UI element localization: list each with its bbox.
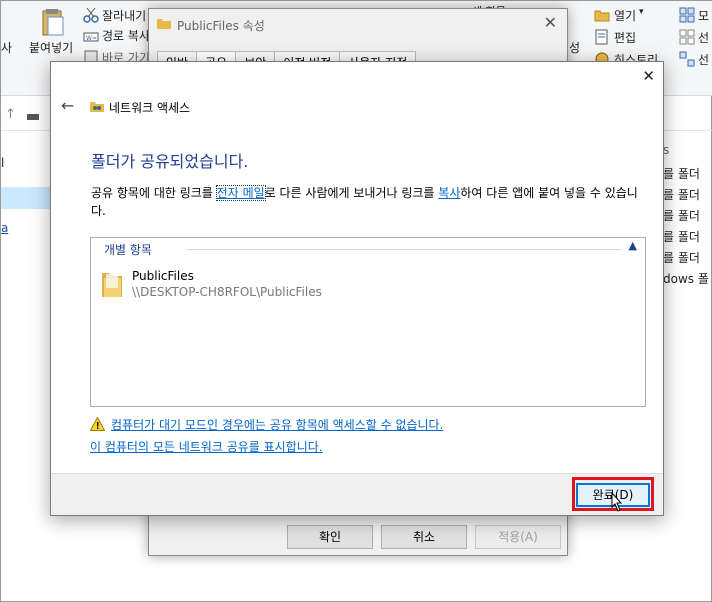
open-label[interactable]: 열기 [614, 7, 636, 24]
cut-icon[interactable] [83, 7, 99, 23]
properties-title: PublicFiles 속성 [177, 19, 265, 33]
invert-selection-label[interactable]: 선 [698, 51, 709, 68]
share-description: 공유 항목에 대한 링크를 전자 메일로 다른 사람에게 보내거나 링크를 복사… [91, 184, 651, 220]
sidebar-link[interactable]: a [1, 221, 8, 235]
paste-label[interactable]: 붙여넣기 [29, 39, 73, 56]
copy-path-label[interactable]: 경로 복사 [102, 27, 150, 44]
list-item[interactable]: 를 폴더 [663, 207, 700, 224]
sidebar-selected-item[interactable] [1, 187, 51, 209]
up-arrow-icon[interactable]: ↑ [5, 107, 16, 122]
chevron-up-icon[interactable]: ▲ [629, 239, 637, 252]
cancel-button[interactable]: 취소 [381, 525, 467, 549]
apply-button[interactable]: 적용(A) [475, 525, 561, 549]
standby-warning-link[interactable]: 컴퓨터가 대기 모드인 경우에는 공유 항목에 액세스할 수 없습니다. [111, 416, 443, 433]
list-item[interactable]: 를 폴더 [663, 165, 700, 182]
edit-label[interactable]: 편집 [614, 29, 636, 46]
properties-label[interactable]: 성 [569, 39, 580, 56]
list-item[interactable]: 를 폴더 [663, 228, 700, 245]
select-none-label[interactable]: 선 [698, 29, 709, 46]
network-share-icon [90, 102, 104, 112]
back-arrow-icon[interactable]: ← [61, 96, 74, 115]
open-dropdown-icon[interactable]: ▾ [639, 7, 644, 17]
shared-folder-name[interactable]: PublicFiles [132, 269, 194, 283]
desc-text-2: 로 다른 사람에게 보내거나 링크를 [264, 186, 439, 200]
folder-icon [102, 273, 122, 297]
ok-button[interactable]: 확인 [287, 525, 373, 549]
page-heading: 폴더가 공유되었습니다. [91, 152, 249, 171]
select-all-icon[interactable] [679, 7, 695, 23]
edit-icon[interactable] [594, 29, 610, 45]
close-icon[interactable]: ✕ [642, 67, 655, 85]
copy-path-icon[interactable]: W= [83, 29, 99, 45]
sidebar-item[interactable]: l [1, 156, 4, 170]
warning-icon [90, 417, 105, 431]
copy-link[interactable]: 복사 [438, 186, 460, 200]
list-item[interactable]: dows 폴 [663, 270, 709, 287]
email-link[interactable]: 전자 메일 [215, 185, 266, 201]
list-item[interactable]: 를 폴더 [663, 186, 700, 203]
invert-selection-icon[interactable] [679, 51, 695, 67]
shared-folder-path[interactable]: \\DESKTOP-CH8RFOL\PublicFiles [132, 285, 322, 299]
select-all-label[interactable]: 모 [698, 7, 709, 24]
cut-label[interactable]: 잘라내기 [102, 7, 146, 24]
network-access-dialog: ✕ ← 네트워크 액세스 폴더가 공유되었습니다. 공유 항목에 대한 링크를 … [50, 61, 664, 516]
list-item[interactable]: 를 폴더 [663, 249, 700, 266]
show-all-shares-link[interactable]: 이 컴퓨터의 모든 네트워크 공유를 표시합니다. [90, 438, 323, 455]
drive-icon [27, 114, 39, 120]
copy-label[interactable]: 사 [1, 39, 12, 56]
folder-icon [157, 19, 171, 29]
dialog-title: 네트워크 액세스 [109, 101, 191, 115]
open-icon[interactable] [594, 7, 610, 23]
close-icon[interactable]: ✕ [544, 13, 557, 32]
svg-text:W=: W= [86, 35, 97, 42]
group-label: 개별 항목 [104, 241, 158, 258]
select-none-icon[interactable] [679, 29, 695, 45]
shared-items-box: 개별 항목 ▲ PublicFiles \\DESKTOP-CH8RFOL\Pu… [90, 237, 646, 407]
paste-icon[interactable] [41, 7, 65, 37]
desc-text-1: 공유 항목에 대한 링크를 [91, 186, 217, 200]
mouse-cursor-icon [611, 492, 623, 512]
group-divider [187, 249, 621, 250]
